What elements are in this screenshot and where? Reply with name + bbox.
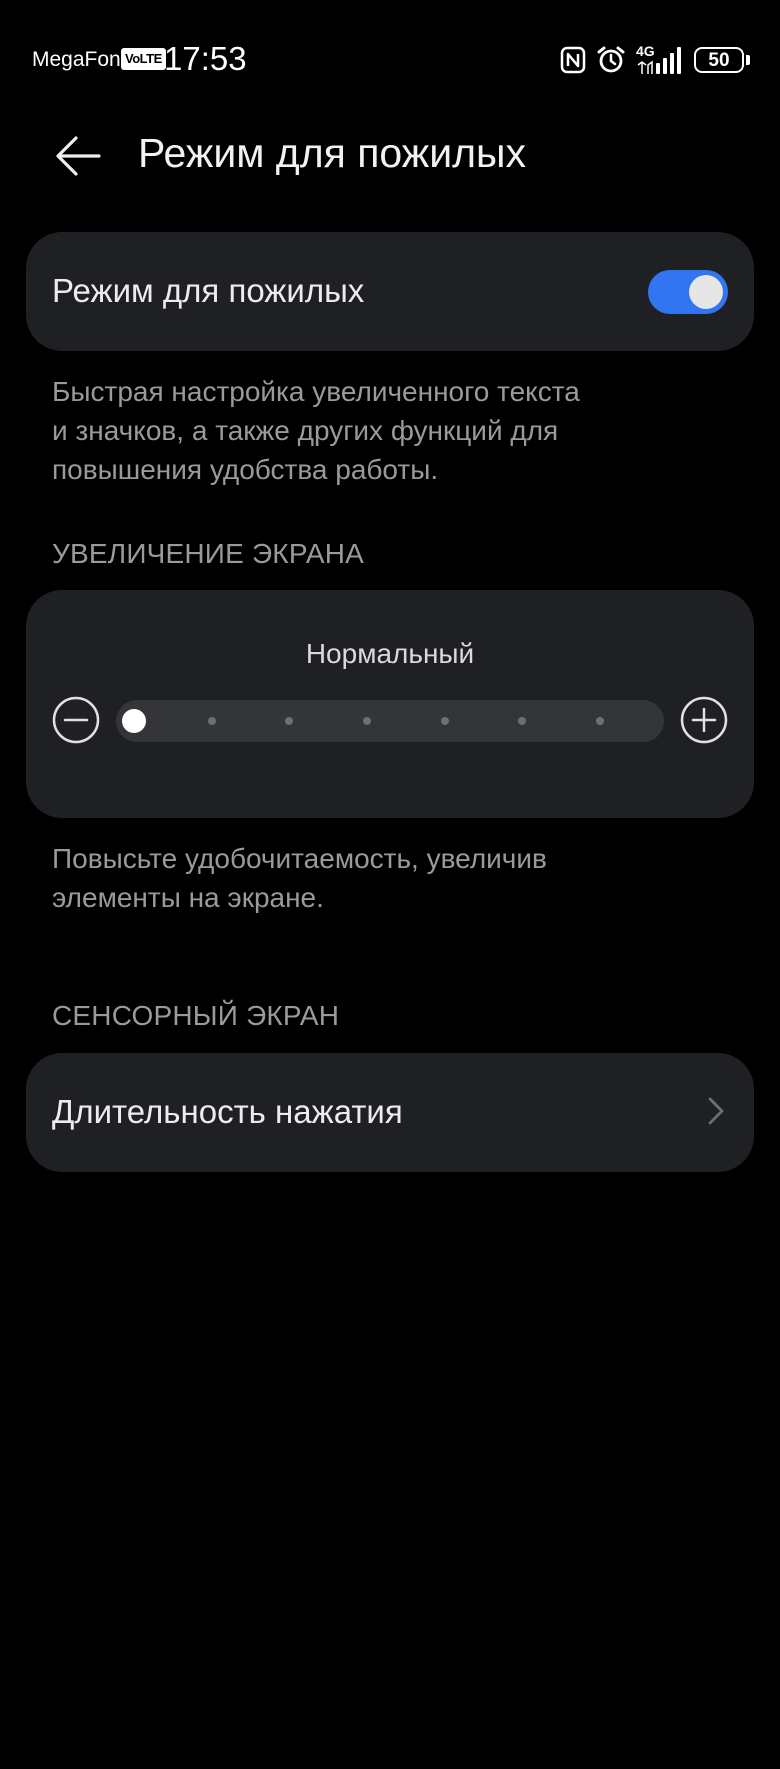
elderly-mode-label: Режим для пожилых — [52, 272, 365, 309]
back-button[interactable] — [50, 128, 106, 184]
status-bar: MegaFon VoLTE 17:53 4G 50 — [0, 0, 780, 120]
elderly-mode-card[interactable]: Режим для пожилых — [26, 232, 754, 351]
description-line: Быстрая настройка увеличенного текста — [52, 376, 580, 407]
elderly-mode-description: Быстрая настройка увеличенного текста и … — [52, 372, 580, 489]
description-line: Повысьте удобочитаемость, увеличив — [52, 843, 547, 874]
zoom-level-dot[interactable] — [440, 717, 449, 725]
zoom-level-dot[interactable] — [596, 717, 604, 725]
chevron-right-icon — [708, 1097, 724, 1125]
press-duration-item[interactable]: Длительность нажатия — [26, 1053, 754, 1172]
zoom-out-button[interactable] — [52, 696, 100, 744]
nfc-icon — [560, 46, 586, 74]
carrier-name: MegaFon — [32, 48, 121, 71]
battery-icon: 50 — [694, 47, 750, 73]
page-title: Режим для пожилых — [138, 130, 526, 176]
zoom-level-dot[interactable] — [285, 717, 294, 725]
zoom-value-label: Нормальный — [305, 638, 475, 669]
battery-frame: 50 — [694, 47, 744, 73]
volte-badge: VoLTE — [121, 48, 166, 70]
screen-zoom-card: Нормальный — [26, 590, 754, 818]
screen-zoom-description: Повысьте удобочитаемость, увеличив элеме… — [52, 839, 547, 917]
minus-circle-icon — [52, 696, 100, 744]
zoom-level-dot[interactable] — [363, 717, 371, 725]
zoom-level-dot[interactable] — [518, 717, 527, 725]
zoom-slider[interactable] — [116, 700, 664, 742]
section-title-touch-screen: СЕНСОРНЫЙ ЭКРАН — [52, 1000, 340, 1031]
description-line: повышения удобства работы. — [52, 454, 439, 485]
section-title-screen-zoom: УВЕЛИЧЕНИЕ ЭКРАНА — [52, 538, 364, 569]
battery-level: 50 — [708, 49, 730, 71]
description-line: и значков, а также других функций для — [52, 415, 559, 446]
zoom-slider-handle[interactable] — [122, 709, 146, 733]
status-time: 17:53 — [164, 40, 247, 77]
plus-circle-icon — [680, 696, 728, 744]
press-duration-label: Длительность нажатия — [52, 1093, 403, 1130]
elderly-mode-toggle[interactable] — [648, 270, 728, 314]
toggle-knob — [689, 275, 723, 309]
zoom-level-dot[interactable] — [207, 717, 216, 725]
status-icons: 4G 50 — [560, 42, 750, 78]
signal-icon: 4G — [636, 44, 684, 75]
alarm-icon — [596, 45, 626, 75]
arrow-left-icon — [56, 136, 101, 176]
description-line: элементы на экране. — [52, 882, 324, 913]
battery-tip — [746, 55, 750, 65]
zoom-in-button[interactable] — [680, 696, 728, 744]
